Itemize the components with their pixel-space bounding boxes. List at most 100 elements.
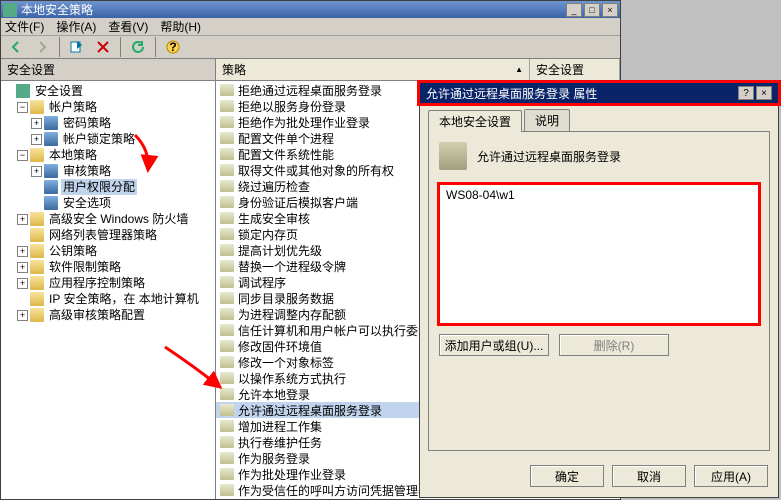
policy-label: 身份验证后模拟客户端 <box>238 194 358 211</box>
expand-icon[interactable]: − <box>17 102 28 113</box>
folder-icon <box>30 276 44 290</box>
expand-icon[interactable]: + <box>31 166 42 177</box>
minimize-button[interactable]: _ <box>566 3 582 17</box>
policy-icon <box>220 180 234 192</box>
policy-label: 绕过遍历检查 <box>238 178 310 195</box>
expand-icon[interactable]: + <box>17 262 28 273</box>
tree[interactable]: 安全设置 − 帐户策略 + 密码策略 + 帐户锁定策略 − 本地策略 + 审核策略 用户权… <box>1 81 215 499</box>
help-button[interactable]: ? <box>738 86 754 100</box>
policy-icon <box>220 340 234 352</box>
user-list[interactable]: WS08-04\w1 <box>439 184 759 324</box>
policy-label: 执行卷维护任务 <box>238 434 322 451</box>
tree-pane: 安全设置 安全设置 − 帐户策略 + 密码策略 + 帐户锁定策略 − 本地策略 + 审核策… <box>1 59 216 499</box>
expand-icon[interactable]: + <box>17 214 28 225</box>
expand-icon[interactable]: + <box>17 246 28 257</box>
policy-icon <box>220 324 234 336</box>
expand-icon[interactable]: + <box>31 134 42 145</box>
dialog-titlebar: 允许通过远程桌面服务登录 属性 ? × <box>420 83 778 103</box>
close-button[interactable]: × <box>756 86 772 100</box>
folder-icon <box>30 244 44 258</box>
policy-icon <box>220 196 234 208</box>
export-button[interactable] <box>66 36 88 58</box>
expand-icon[interactable]: + <box>17 278 28 289</box>
expand-icon[interactable]: + <box>31 118 42 129</box>
tree-account-policy[interactable]: 帐户策略 <box>47 99 99 115</box>
close-button[interactable]: × <box>602 3 618 17</box>
policy-label: 增加进程工作集 <box>238 418 322 435</box>
menubar: 文件(F) 操作(A) 查看(V) 帮助(H) <box>1 18 620 36</box>
col-policy[interactable]: 策略▲ <box>216 59 530 80</box>
policy-icon <box>220 356 234 368</box>
policy-icon <box>220 436 234 448</box>
svg-text:?: ? <box>169 40 176 54</box>
remove-button[interactable]: 删除(R) <box>559 334 669 356</box>
tree-security-options[interactable]: 安全选项 <box>61 195 113 211</box>
menu-file[interactable]: 文件(F) <box>5 18 44 35</box>
tab-local-security[interactable]: 本地安全设置 <box>428 110 522 132</box>
tree-software-restrict[interactable]: 软件限制策略 <box>47 259 123 275</box>
policy-label: 拒绝作为批处理作业登录 <box>238 114 370 131</box>
policy-icon <box>220 468 234 480</box>
tree-appctrl[interactable]: 应用程序控制策略 <box>47 275 147 291</box>
maximize-button[interactable]: □ <box>584 3 600 17</box>
policy-label: 提高计划优先级 <box>238 242 322 259</box>
tab-explain[interactable]: 说明 <box>524 109 570 131</box>
tree-password-policy[interactable]: 密码策略 <box>61 115 113 131</box>
policy-label: 为进程调整内存配额 <box>238 306 346 323</box>
policy-label: 作为服务登录 <box>238 450 310 467</box>
menu-help[interactable]: 帮助(H) <box>160 18 201 35</box>
book-icon <box>44 180 58 194</box>
folder-icon <box>30 228 44 242</box>
expand-icon[interactable]: − <box>17 150 28 161</box>
titlebar: 本地安全策略 _ □ × <box>1 1 620 18</box>
col-setting[interactable]: 安全设置 <box>530 59 620 80</box>
tree-lockout-policy[interactable]: 帐户锁定策略 <box>61 131 137 147</box>
cancel-button[interactable]: 取消 <box>612 465 686 487</box>
menu-view[interactable]: 查看(V) <box>108 18 148 35</box>
tab-page: 允许通过远程桌面服务登录 WS08-04\w1 添加用户或组(U)... 删除(… <box>428 131 770 451</box>
policy-icon <box>220 100 234 112</box>
tree-netlist[interactable]: 网络列表管理器策略 <box>47 227 159 243</box>
policy-icon <box>220 484 234 496</box>
menu-action[interactable]: 操作(A) <box>56 18 96 35</box>
policy-icon <box>220 116 234 128</box>
folder-icon <box>30 212 44 226</box>
folder-icon <box>30 308 44 322</box>
policy-icon <box>220 388 234 400</box>
folder-icon <box>30 148 44 162</box>
policy-label: 作为受信任的呼叫方访问凭据管理器 <box>238 482 430 499</box>
add-user-button[interactable]: 添加用户或组(U)... <box>439 334 549 356</box>
policy-label: 替换一个进程级令牌 <box>238 258 346 275</box>
policy-icon <box>220 164 234 176</box>
tree-local-policy[interactable]: 本地策略 <box>47 147 99 163</box>
back-button[interactable] <box>5 36 27 58</box>
dialog-title: 允许通过远程桌面服务登录 属性 <box>426 85 597 102</box>
tree-audit-policy[interactable]: 审核策略 <box>61 163 113 179</box>
help-button[interactable]: ? <box>162 36 184 58</box>
tree-user-rights[interactable]: 用户权限分配 <box>61 179 137 195</box>
tree-advaudit[interactable]: 高级审核策略配置 <box>47 307 147 323</box>
refresh-button[interactable] <box>127 36 149 58</box>
expand-icon[interactable]: + <box>17 310 28 321</box>
tree-pubkey[interactable]: 公钥策略 <box>47 243 99 259</box>
tree-firewall[interactable]: 高级安全 Windows 防火墙 <box>47 211 190 227</box>
policy-label: 允许通过远程桌面服务登录 <box>238 402 382 419</box>
user-entry[interactable]: WS08-04\w1 <box>444 187 754 203</box>
tree-root[interactable]: 安全设置 <box>33 83 85 99</box>
policy-label: 拒绝通过远程桌面服务登录 <box>238 82 382 99</box>
delete-button[interactable] <box>92 36 114 58</box>
policy-icon <box>220 260 234 272</box>
policy-label: 信任计算机和用户帐户可以执行委派 <box>238 322 430 339</box>
policy-label: 生成安全审核 <box>238 210 310 227</box>
sort-indicator-icon: ▲ <box>515 65 523 74</box>
tree-ipsec[interactable]: IP 安全策略，在 本地计算机 <box>47 291 201 307</box>
ok-button[interactable]: 确定 <box>530 465 604 487</box>
policy-icon <box>220 212 234 224</box>
forward-button[interactable] <box>31 36 53 58</box>
policy-label: 以操作系统方式执行 <box>238 370 346 387</box>
apply-button[interactable]: 应用(A) <box>694 465 768 487</box>
policy-icon <box>220 276 234 288</box>
folder-icon <box>30 292 44 306</box>
toolbar: ? <box>1 36 620 59</box>
app-icon <box>3 3 17 17</box>
